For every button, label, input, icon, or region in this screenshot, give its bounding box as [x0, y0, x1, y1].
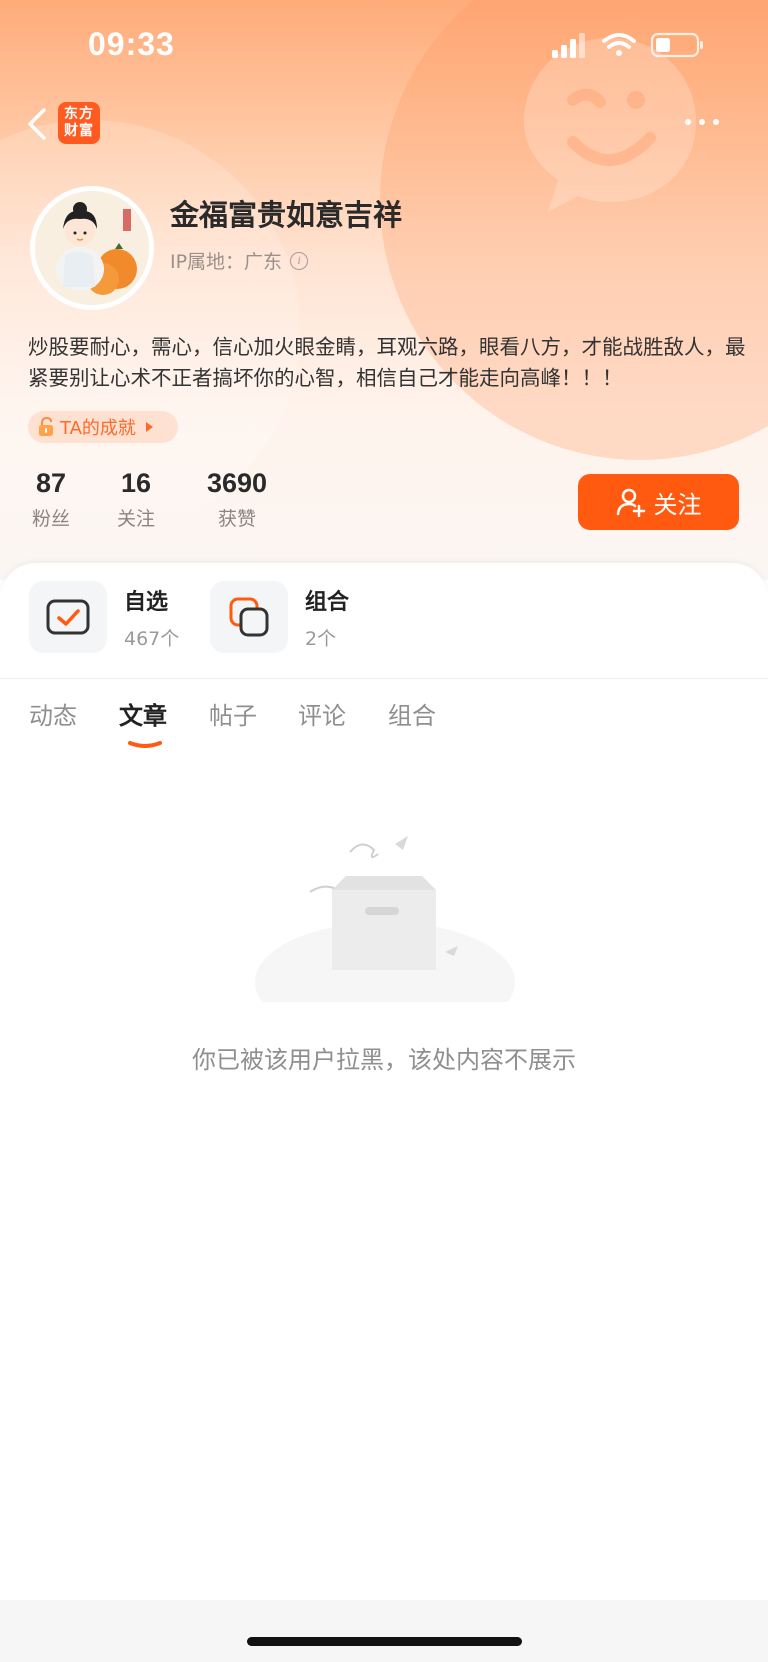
stat-value: 3690	[206, 468, 268, 498]
status-icons	[552, 32, 703, 58]
tab-articles[interactable]: 文章	[119, 696, 167, 731]
achievement-label: TA的成就	[60, 418, 136, 439]
add-user-icon	[616, 488, 645, 517]
stat-value: 16	[120, 468, 152, 498]
stat-label: 关注	[116, 508, 155, 530]
user-bio: 炒股要耐心，需心，信心加火眼金睛，耳观六路，眼看八方，才能战胜敌人，最紧要别让心…	[28, 335, 746, 390]
tab-posts[interactable]: 帖子	[209, 696, 257, 731]
follow-button[interactable]: 关注	[578, 474, 739, 530]
quick-link-watchlist[interactable]: 自选 467个	[29, 581, 179, 653]
username: 金福富贵如意吉祥	[170, 198, 403, 232]
portfolio-icon	[210, 581, 288, 653]
info-icon[interactable]: i	[290, 251, 309, 270]
tab-comments[interactable]: 评论	[298, 696, 346, 731]
bottom-safe-area	[0, 1600, 768, 1662]
stat-label: 获赞	[217, 508, 256, 530]
tab-portfolios[interactable]: 组合	[388, 696, 436, 731]
stat-likes[interactable]: 3690 获赞	[200, 468, 274, 531]
stat-value: 87	[35, 468, 67, 498]
quick-link-title: 组合	[305, 589, 350, 615]
lock-open-icon	[39, 417, 53, 436]
watchlist-check-icon	[29, 581, 107, 653]
app-logo[interactable]: 东方 财富	[58, 102, 100, 144]
quick-link-title: 自选	[124, 589, 169, 615]
achievement-button[interactable]: TA的成就	[28, 411, 178, 443]
stat-label: 粉丝	[31, 508, 70, 530]
quick-link-count: 467个	[124, 627, 180, 650]
home-indicator[interactable]	[247, 1637, 522, 1646]
more-options-button[interactable]	[682, 112, 722, 132]
back-button[interactable]	[22, 104, 52, 144]
chevron-right-icon	[145, 422, 153, 432]
wifi-icon	[602, 33, 636, 56]
empty-state-message: 你已被该用户拉黑，该处内容不展示	[192, 1046, 576, 1074]
cellular-signal-icon	[552, 33, 585, 58]
stat-following[interactable]: 16 关注	[114, 468, 158, 531]
tab-activity[interactable]: 动态	[29, 696, 77, 731]
tab-bar: 动态 文章 帖子 评论 组合	[0, 696, 768, 746]
quick-link-count: 2个	[305, 627, 337, 650]
avatar-illustration	[35, 191, 149, 305]
ip-location: IP属地：广东	[170, 251, 283, 273]
status-time: 09:33	[88, 26, 175, 62]
battery-icon	[650, 32, 703, 58]
empty-box-illustration	[255, 836, 515, 1002]
follow-label: 关注	[653, 490, 702, 519]
active-tab-indicator	[128, 741, 162, 748]
avatar[interactable]	[30, 186, 154, 310]
quick-link-portfolio[interactable]: 组合 2个	[210, 581, 349, 653]
stat-followers[interactable]: 87 粉丝	[28, 468, 74, 531]
ip-location-row: IP属地：广东 i	[170, 247, 309, 274]
divider	[0, 678, 768, 679]
